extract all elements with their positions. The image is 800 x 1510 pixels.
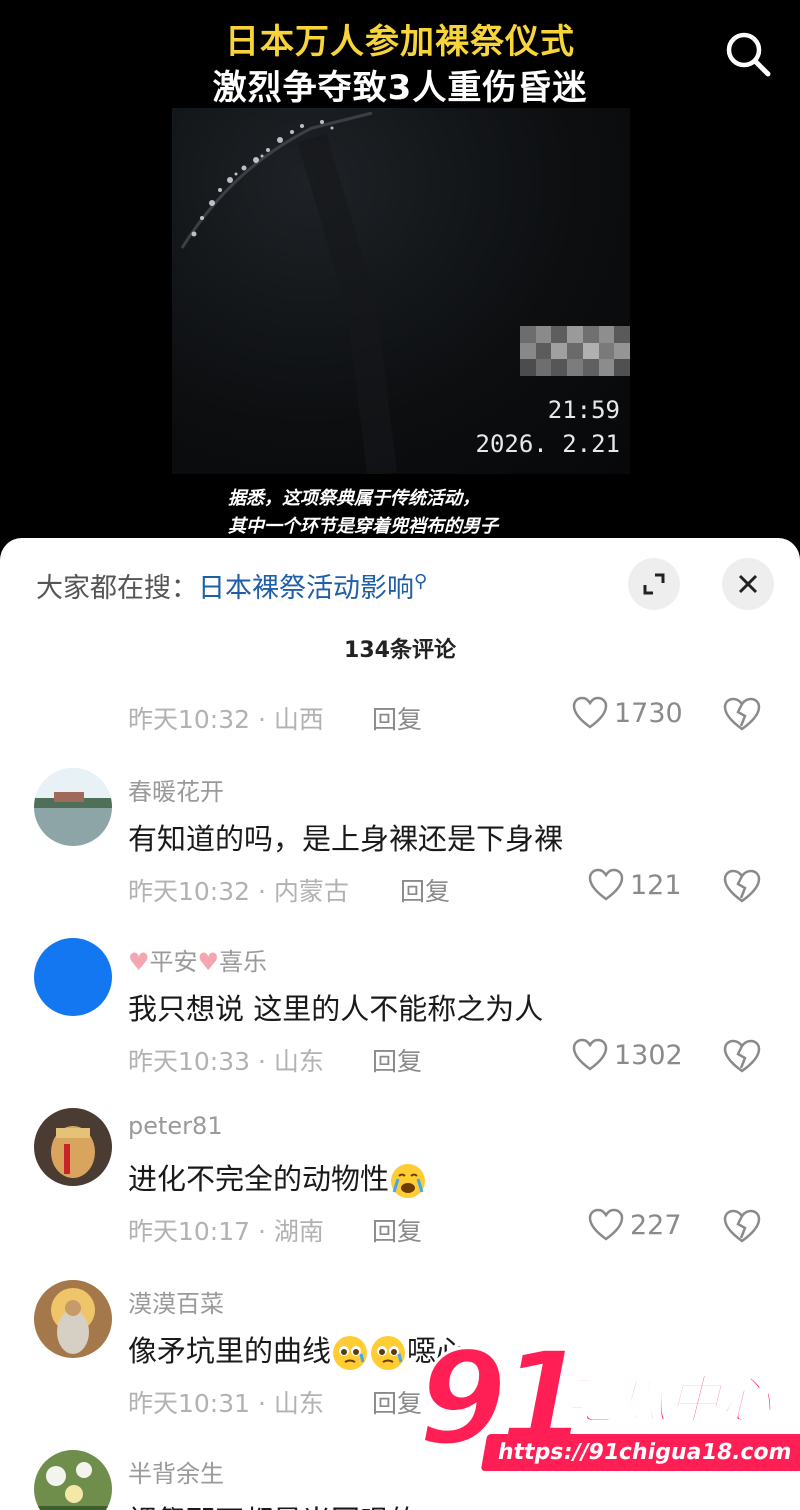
comment-username[interactable]: ♥平安♥喜乐 bbox=[128, 942, 267, 977]
like-count: 1730 bbox=[614, 697, 683, 729]
search-small-icon: ⚲ bbox=[414, 571, 428, 592]
video-title-line2: 激烈争夺致3人重伤昏迷 bbox=[212, 68, 588, 108]
comment-text: 我只想说 这里的人不能称之为人 bbox=[128, 992, 544, 1026]
comment-time: 昨天10:17 bbox=[128, 1217, 251, 1246]
reply-button[interactable]: 回复 bbox=[372, 1212, 422, 1248]
reply-button[interactable]: 回复 bbox=[372, 1384, 422, 1420]
trending-search-label: 大家都在搜： bbox=[36, 573, 198, 604]
comment-time: 昨天10:33 bbox=[128, 1047, 251, 1076]
comment-meta: 昨天10:17 · 湖南 bbox=[128, 1212, 324, 1248]
trending-search: 大家都在搜：日本裸祭活动影响⚲ bbox=[36, 566, 427, 605]
watermark-url: https://91chigua18.com bbox=[480, 1434, 800, 1471]
video-title-line1: 日本万人参加裸祭仪式 bbox=[225, 22, 575, 62]
video-timestamp-time: 21:59 bbox=[547, 396, 620, 424]
comment-username[interactable]: 春暖花开 bbox=[128, 772, 224, 807]
avatar[interactable] bbox=[34, 768, 112, 846]
close-button[interactable] bbox=[722, 558, 774, 610]
broken-heart-icon[interactable] bbox=[722, 696, 762, 732]
comment-meta: 昨天10:32 · 内蒙古 bbox=[128, 872, 349, 908]
like-button[interactable]: 1730 bbox=[572, 696, 683, 730]
comment-location: 山西 bbox=[273, 705, 324, 734]
broken-heart-icon[interactable] bbox=[722, 1208, 762, 1244]
comment-meta: 昨天10:31 · 山东 bbox=[128, 1384, 324, 1420]
reply-button[interactable]: 回复 bbox=[400, 872, 450, 908]
pleading-face-emoji bbox=[371, 1336, 406, 1370]
comment-location: 山东 bbox=[273, 1389, 324, 1418]
close-icon bbox=[738, 574, 758, 594]
heart-icon bbox=[588, 1208, 624, 1241]
comment-text: 进化不完全的动物性 bbox=[128, 1156, 427, 1200]
search-icon bbox=[726, 32, 771, 77]
comment-text: 像矛坑里的曲线 噁心 bbox=[128, 1328, 465, 1372]
comment-location: 山东 bbox=[273, 1047, 324, 1076]
like-count: 121 bbox=[630, 869, 682, 901]
like-button[interactable]: 1302 bbox=[572, 1038, 683, 1072]
avatar[interactable] bbox=[34, 1280, 112, 1358]
pleading-face-emoji bbox=[333, 1336, 368, 1370]
comment-username[interactable]: peter81 bbox=[128, 1112, 223, 1140]
meta-separator: · bbox=[250, 1389, 274, 1418]
search-button[interactable] bbox=[722, 28, 774, 80]
avatar[interactable] bbox=[34, 1108, 112, 1186]
comment-text: 裸祭那不都是当回哏的 bbox=[128, 1498, 418, 1510]
pink-heart-icon: ♥ bbox=[197, 948, 220, 976]
heart-icon bbox=[588, 868, 624, 901]
site-watermark: 91 吃瓜中心 https://91chigua18.com bbox=[416, 1334, 800, 1486]
heart-icon bbox=[572, 1038, 608, 1071]
broken-heart-icon[interactable] bbox=[722, 1038, 762, 1074]
comment-time: 昨天10:32 bbox=[128, 705, 251, 734]
reply-button[interactable]: 回复 bbox=[372, 700, 422, 736]
comment-text: 有知道的吗，是上身裸还是下身裸 bbox=[128, 822, 564, 856]
meta-separator: · bbox=[250, 877, 274, 906]
video-subtitle-line2: 其中一个环节是穿着兜裆布的男子 bbox=[228, 516, 498, 537]
watermark-brand: 吃瓜中心 bbox=[563, 1370, 773, 1432]
trending-search-keyword[interactable]: 日本裸祭活动影响 bbox=[198, 573, 414, 604]
comment-location: 内蒙古 bbox=[273, 877, 349, 906]
comment-meta: 昨天10:32 · 山西 bbox=[128, 700, 324, 736]
comment-username[interactable]: 半背余生 bbox=[128, 1454, 224, 1489]
heart-icon bbox=[572, 696, 608, 729]
comment-time: 昨天10:31 bbox=[128, 1389, 251, 1418]
expand-button[interactable] bbox=[628, 558, 680, 610]
avatar[interactable] bbox=[34, 1450, 112, 1510]
comment-count: 134条评论 bbox=[344, 638, 456, 663]
video-player[interactable]: 日本万人参加裸祭仪式 激烈争夺致3人重伤昏迷 21:59 2026. 2.21 … bbox=[0, 0, 800, 560]
like-button[interactable]: 227 bbox=[588, 1208, 682, 1242]
video-subtitle-line1: 据悉，这项祭典属于传统活动， bbox=[228, 488, 480, 509]
like-count: 227 bbox=[630, 1209, 682, 1241]
meta-separator: · bbox=[250, 1047, 274, 1076]
like-count: 1302 bbox=[614, 1039, 683, 1071]
pink-heart-icon: ♥ bbox=[128, 948, 150, 976]
reply-button[interactable]: 回复 bbox=[372, 1042, 422, 1078]
crying-face-emoji bbox=[391, 1164, 426, 1198]
comment-time: 昨天10:32 bbox=[128, 877, 251, 906]
meta-separator: · bbox=[250, 1217, 274, 1246]
avatar[interactable] bbox=[34, 938, 112, 1016]
expand-icon bbox=[643, 573, 665, 595]
like-button[interactable]: 121 bbox=[588, 868, 682, 902]
blurred-mosaic bbox=[520, 326, 630, 376]
comment-location: 湖南 bbox=[273, 1217, 324, 1246]
broken-heart-icon[interactable] bbox=[722, 868, 762, 904]
meta-separator: · bbox=[250, 705, 274, 734]
comment-meta: 昨天10:33 · 山东 bbox=[128, 1042, 324, 1078]
video-timestamp-date: 2026. 2.21 bbox=[475, 430, 621, 458]
comment-username[interactable]: 漠漠百菜 bbox=[128, 1284, 224, 1319]
